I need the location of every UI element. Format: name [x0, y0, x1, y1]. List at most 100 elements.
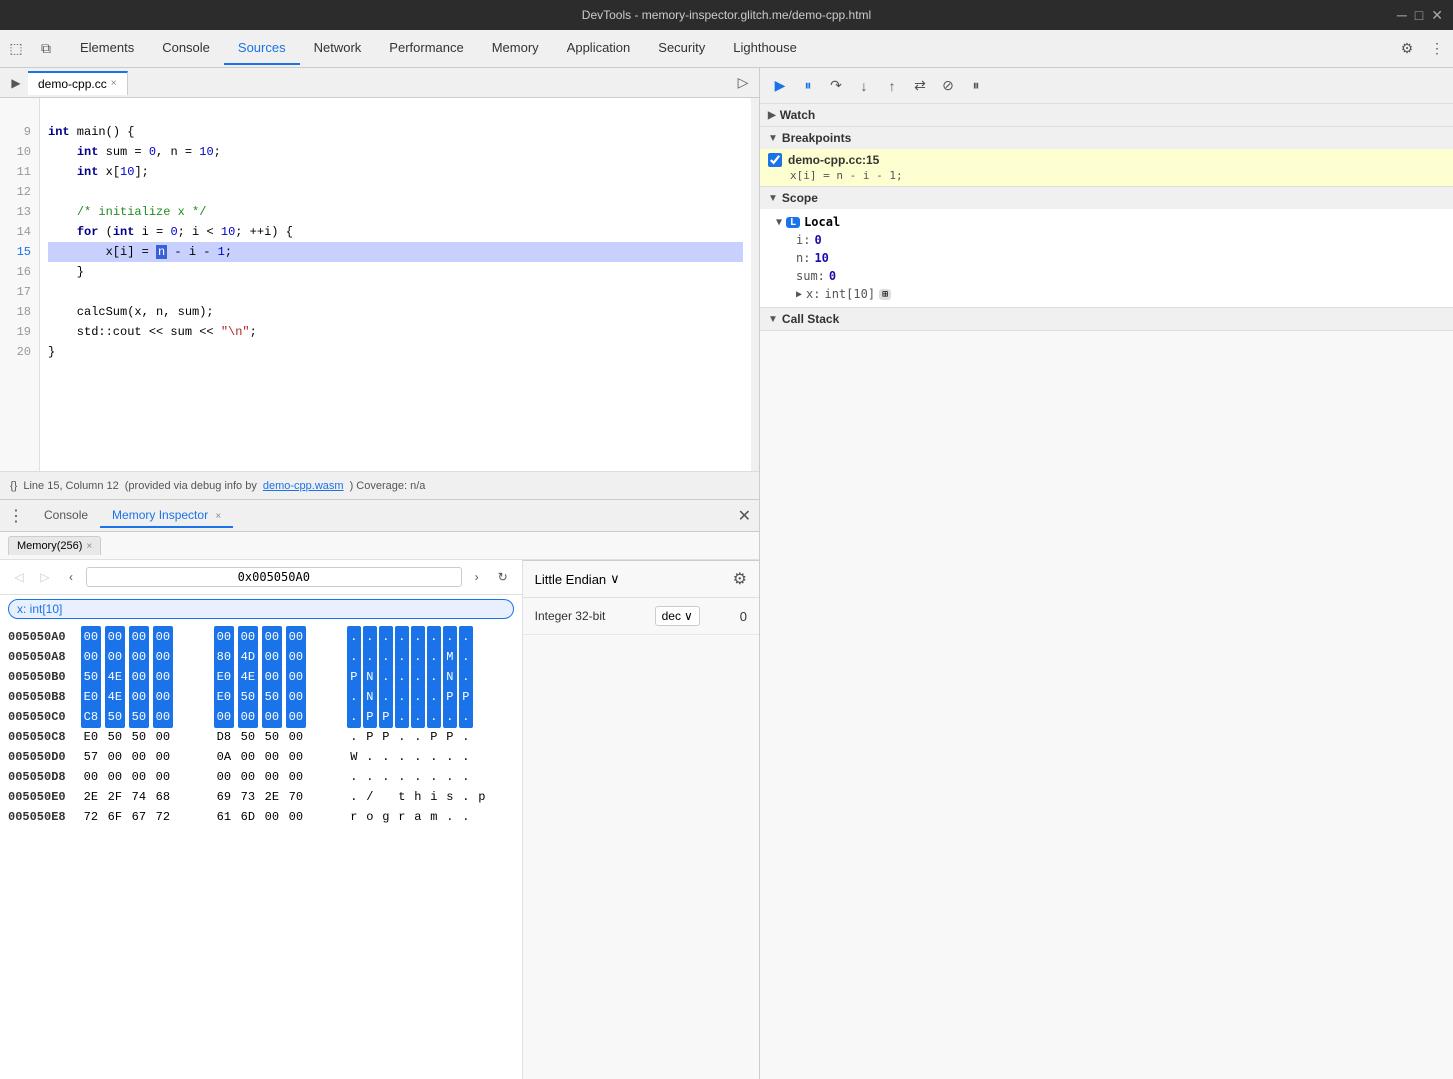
line-num-16: 16	[8, 262, 31, 282]
memory-icon[interactable]: ⊞	[879, 289, 891, 300]
code-line-13: /* initialize x */	[48, 202, 743, 222]
back-button[interactable]: ◁	[8, 566, 30, 588]
code-line-17	[48, 282, 743, 302]
tab-memory[interactable]: Memory	[478, 32, 553, 65]
line-col-info: Line 15, Column 12	[23, 480, 118, 492]
step-into-button[interactable]: ↓	[852, 74, 876, 98]
hex-bytes2-3: E0 50 50 00	[214, 686, 339, 708]
tab-memory-inspector[interactable]: Memory Inspector ×	[100, 504, 233, 528]
source-panel: ▶ demo-cpp.cc × ▷ 9 10 11 12 13 14 15	[0, 68, 759, 499]
line-num-17: 17	[8, 282, 31, 302]
left-toolbar-icons: ⬚ ⧉	[4, 37, 58, 61]
endian-panel: Little Endian ∨ ⚙ Integer 32-bit dec ∨ 0	[523, 560, 759, 1079]
hex-row-4: 005050C0 C8 50 50 00 00 00 00	[8, 707, 514, 727]
hex-ascii-0: . . . . . . . .	[347, 626, 514, 648]
tab-lighthouse[interactable]: Lighthouse	[719, 32, 811, 65]
tab-console[interactable]: Console	[148, 32, 224, 65]
next-address-button[interactable]: ›	[466, 566, 488, 588]
hex-ascii-6: W . . . . . . .	[347, 746, 514, 768]
pause-on-exception-button[interactable]: ⏸	[964, 74, 988, 98]
deactivate-button[interactable]: ⊘	[936, 74, 960, 98]
address-input[interactable]	[86, 567, 462, 587]
code-lines[interactable]: int main() { int sum = 0, n = 10; int x[…	[40, 98, 751, 471]
line-num-19: 19	[8, 322, 31, 342]
code-line-19: std::cout << sum << "\n";	[48, 322, 743, 342]
device-toggle-icon[interactable]: ⧉	[34, 37, 58, 61]
hex-bytes1-5: E0 50 50 00	[81, 726, 206, 748]
scope-sum: sum: 0	[796, 267, 1437, 285]
hex-addr-3: 005050B8	[8, 687, 73, 707]
settings-icon[interactable]: ⚙	[1395, 37, 1419, 61]
right-toolbar-icons: ⚙ ⋮	[1395, 37, 1449, 61]
code-line-15: x[i] = n - i - 1;	[48, 242, 743, 262]
cursor-icon[interactable]: ⬚	[4, 37, 28, 61]
refresh-button[interactable]: ↻	[492, 566, 514, 588]
maximize-icon[interactable]: □	[1415, 7, 1423, 24]
tab-console-bottom[interactable]: Console	[32, 504, 100, 528]
line-num-15[interactable]: 15	[8, 242, 31, 262]
breakpoint-entry: demo-cpp.cc:15 x[i] = n - i - 1;	[760, 149, 1453, 186]
pause-button[interactable]: ⏸	[796, 74, 820, 98]
hex-bytes1-8: 2E 2F 74 68	[81, 786, 206, 808]
tab-sources[interactable]: Sources	[224, 32, 300, 65]
call-stack-header[interactable]: ▼ Call Stack	[760, 308, 1453, 330]
memory-subtab-256[interactable]: Memory(256) ×	[8, 536, 101, 555]
toggle-sidebar-icon[interactable]: ▶	[4, 71, 28, 95]
debug-toolbar: ▶ ⏸ ↷ ↓ ↑ ⇄ ⊘ ⏸	[760, 68, 1453, 104]
memory-inspector-tab-close[interactable]: ×	[215, 511, 221, 522]
watch-header[interactable]: ▶ Watch	[760, 104, 1453, 126]
memory-subtab-close[interactable]: ×	[86, 541, 92, 552]
hex-row-6: 005050D0 57 00 00 00 0A 00 00	[8, 747, 514, 767]
wasm-link[interactable]: demo-cpp.wasm	[263, 480, 344, 492]
code-area: 9 10 11 12 13 14 15 16 17 18 19 20 int m…	[0, 98, 759, 471]
step-out-button[interactable]: ↑	[880, 74, 904, 98]
run-snippet-icon[interactable]: ▷	[731, 71, 755, 95]
hex-bytes2-2: E0 4E 00 00	[214, 666, 339, 688]
resume-button[interactable]: ▶	[768, 74, 792, 98]
source-file-tab[interactable]: demo-cpp.cc ×	[28, 71, 128, 95]
vertical-scrollbar[interactable]	[751, 98, 759, 471]
step-over-button[interactable]: ↷	[824, 74, 848, 98]
x-badge[interactable]: x: int[10]	[8, 599, 514, 619]
watch-label: Watch	[780, 108, 816, 122]
breakpoints-header[interactable]: ▼ Breakpoints	[760, 127, 1453, 149]
scope-x[interactable]: ▶ x: int[10] ⊞	[796, 285, 1437, 303]
bottom-panel-close[interactable]: ✕	[738, 506, 751, 526]
tab-network[interactable]: Network	[300, 32, 376, 65]
status-bar: {} Line 15, Column 12 (provided via debu…	[0, 471, 759, 499]
dec-select[interactable]: dec ∨	[655, 606, 700, 626]
memory-content: ◁ ▷ ‹ › ↻ x: int[10] 005050A0	[0, 560, 759, 1079]
hex-bytes1-4: C8 50 50 00	[81, 706, 206, 728]
endian-gear-icon[interactable]: ⚙	[733, 569, 747, 589]
hex-row-5: 005050C8 E0 50 50 00 D8 50 50	[8, 727, 514, 747]
tab-performance[interactable]: Performance	[375, 32, 477, 65]
scope-local-group[interactable]: ▼ L Local	[776, 213, 1437, 231]
tab-application[interactable]: Application	[553, 32, 645, 65]
scope-header[interactable]: ▼ Scope	[760, 187, 1453, 209]
line-num-20: 20	[8, 342, 31, 362]
bp-checkbox[interactable]	[768, 153, 782, 167]
forward-button[interactable]: ▷	[34, 566, 56, 588]
hex-bytes1-2: 50 4E 00 00	[81, 666, 206, 688]
window-controls[interactable]: ─ □ ✕	[1397, 7, 1443, 24]
bottom-panel: ⋮ Console Memory Inspector × ✕ Memory(25…	[0, 499, 759, 1079]
tab-elements[interactable]: Elements	[66, 32, 148, 65]
code-line-10: int sum = 0, n = 10;	[48, 142, 743, 162]
step-button[interactable]: ⇄	[908, 74, 932, 98]
hex-bytes2-0: 00 00 00 00	[214, 626, 339, 648]
hex-addr-0: 005050A0	[8, 627, 73, 647]
source-tab-close[interactable]: ×	[111, 78, 117, 89]
call-stack-triangle: ▼	[768, 314, 778, 325]
scope-sum-key: sum:	[796, 269, 825, 283]
line-num-10: 10	[8, 142, 31, 162]
more-panel-icon[interactable]: ⋮	[8, 506, 24, 526]
close-icon[interactable]: ✕	[1431, 7, 1443, 24]
more-icon[interactable]: ⋮	[1425, 37, 1449, 61]
tab-security[interactable]: Security	[644, 32, 719, 65]
endian-bar: Little Endian ∨ ⚙	[523, 561, 759, 598]
endian-select[interactable]: Little Endian ∨	[535, 571, 620, 587]
call-stack-label: Call Stack	[782, 312, 839, 326]
minimize-icon[interactable]: ─	[1397, 7, 1407, 24]
prev-address-button[interactable]: ‹	[60, 566, 82, 588]
source-filename: demo-cpp.cc	[38, 77, 107, 91]
